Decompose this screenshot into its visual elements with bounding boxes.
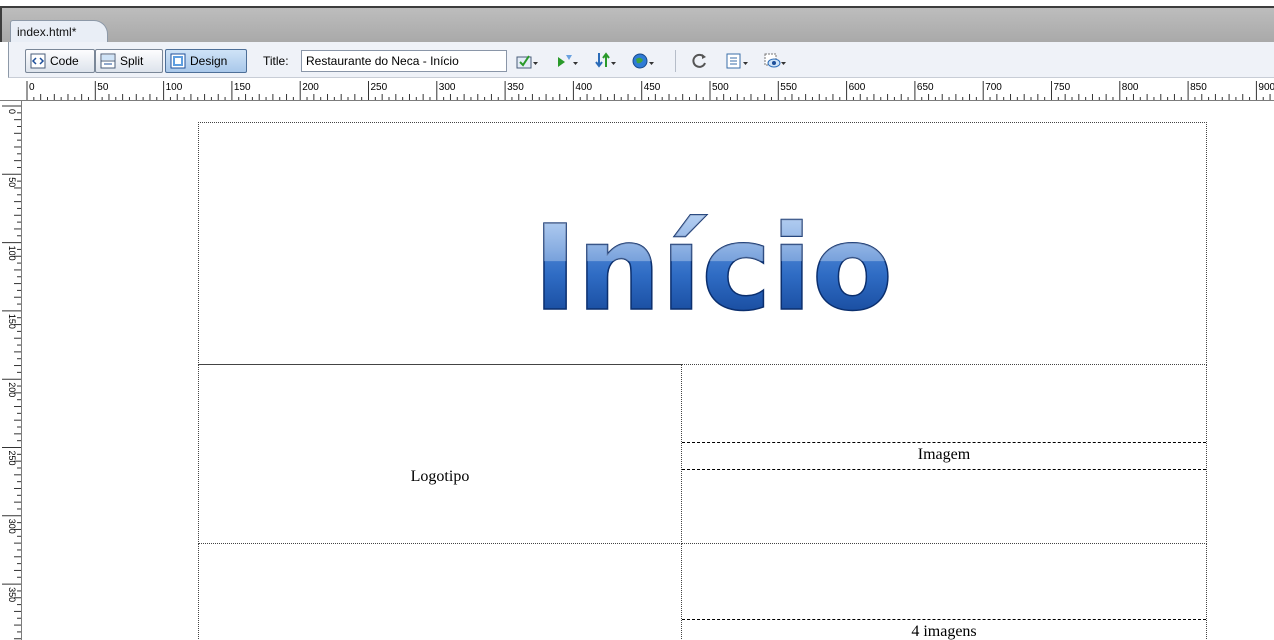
ruler-label: 300 [7, 519, 17, 534]
refresh-icon[interactable] [689, 51, 713, 71]
ruler-label: 550 [780, 82, 797, 93]
preview-browser-icon[interactable] [631, 51, 655, 71]
design-view-button[interactable]: Design [165, 49, 247, 73]
gallery-placeholder[interactable]: 4 imagens [682, 619, 1206, 640]
image-cell[interactable]: Imagem [681, 364, 1207, 544]
hero-heading-image: Início Início [532, 198, 893, 338]
split-view-icon [100, 53, 116, 69]
validate-icon[interactable] [515, 51, 539, 71]
view-options-icon[interactable] [725, 51, 749, 71]
banner-cell[interactable]: Início Início [198, 122, 1207, 365]
visual-aids-icon[interactable] [763, 51, 787, 71]
ruler-label: 50 [7, 177, 17, 187]
ruler-label: 100 [7, 246, 17, 261]
ruler-label: 700 [985, 82, 1002, 93]
code-view-label: Code [50, 54, 79, 68]
vertical-ruler-scale: 0 50 100 150 200 250 300 350 [2, 105, 21, 640]
horizontal-ruler-scale: 0 50 100 150 200 250 300 350 400 450 500 550 600 650 7… [26, 81, 1274, 100]
file-management-icon[interactable] [555, 51, 579, 71]
ruler-label: 150 [7, 314, 17, 329]
split-view-button[interactable]: Split [95, 49, 163, 73]
document-toolbar: Code Split Design Title: [8, 42, 1274, 78]
ruler-label: 850 [1190, 82, 1207, 93]
document-tab[interactable]: index.html* [10, 20, 108, 43]
page-title-input[interactable] [301, 50, 507, 72]
ruler-label: 200 [7, 382, 17, 397]
left-lower-cell[interactable] [198, 543, 682, 640]
ruler-label: 900 [1258, 82, 1274, 93]
image-placeholder[interactable]: Imagem [682, 442, 1206, 470]
ruler-label: 300 [439, 82, 456, 93]
horizontal-ruler[interactable]: 0 50 100 150 200 250 300 350 400 450 500 550 600 650 7… [0, 79, 1274, 101]
ruler-label: 450 [644, 82, 661, 93]
transfer-icon[interactable] [593, 51, 617, 71]
ruler-label: 350 [7, 587, 17, 602]
ruler-label: 150 [234, 82, 251, 93]
logo-cell[interactable]: Logotipo [198, 364, 682, 544]
ruler-label: 250 [371, 82, 388, 93]
ruler-label: 250 [7, 451, 17, 466]
code-view-icon [30, 53, 46, 69]
ruler-label: 650 [917, 82, 934, 93]
document-tab-label: index.html* [17, 25, 77, 39]
document-tab-bar: index.html* [0, 6, 1274, 43]
ruler-label: 200 [302, 82, 319, 93]
ruler-label: 400 [575, 82, 592, 93]
ruler-label: 800 [1122, 82, 1139, 93]
ruler-label: 0 [7, 109, 17, 114]
ruler-label: 500 [712, 82, 729, 93]
gallery-cell[interactable]: 4 imagens [681, 543, 1207, 640]
toolbar-separator [675, 50, 676, 72]
design-view-label: Design [190, 54, 228, 68]
logo-placeholder-label: Logotipo [410, 468, 470, 485]
design-view-canvas: Início Início Logotipo Imagem 4 imagens [23, 102, 1274, 640]
split-view-label: Split [120, 54, 144, 68]
ruler-label: 100 [166, 82, 183, 93]
ruler-label: 600 [849, 82, 866, 93]
code-view-button[interactable]: Code [25, 49, 95, 73]
ruler-label: 350 [507, 82, 524, 93]
vertical-ruler[interactable]: 0 50 100 150 200 250 300 350 [0, 101, 22, 640]
ruler-label: 0 [29, 82, 35, 93]
gallery-placeholder-label: 4 imagens [911, 623, 977, 640]
title-label: Title: [263, 54, 289, 68]
ruler-label: 750 [1054, 82, 1071, 93]
design-view-icon [170, 53, 186, 69]
image-placeholder-label: Imagem [917, 446, 971, 463]
ruler-label: 50 [97, 82, 109, 93]
